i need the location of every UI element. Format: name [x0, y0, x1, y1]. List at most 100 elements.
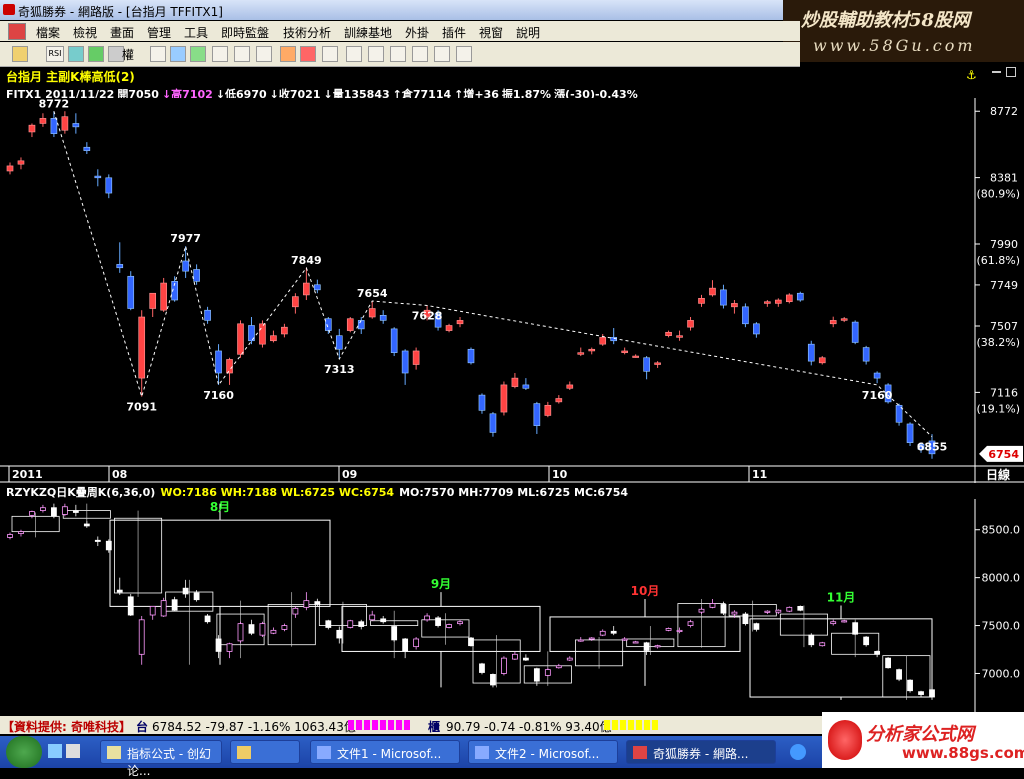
candle-body — [698, 298, 705, 304]
minimize-icon[interactable] — [992, 71, 1001, 73]
candle-body — [818, 357, 826, 364]
maximize-icon[interactable] — [1006, 67, 1016, 77]
marker-icon[interactable] — [300, 46, 316, 62]
price-tick-label: 7116 — [990, 386, 1018, 399]
quicklaunch-icon[interactable] — [66, 744, 80, 758]
help-tray-icon[interactable] — [790, 744, 806, 760]
anchor-icon[interactable]: ⚓ — [966, 68, 977, 82]
app-menu-icon[interactable] — [8, 23, 26, 40]
daily-candle-body — [160, 600, 167, 617]
daily-candle-body — [654, 645, 661, 648]
daily-candle-body — [413, 638, 420, 648]
daily-candle-body — [61, 506, 68, 515]
weekly-info-line: RZYKZQ日K疊周K(6,36,0) WO:7186 WH:7188 WL:67… — [6, 484, 633, 500]
candle-body — [83, 146, 91, 151]
swing-point-label: 7849 — [291, 254, 322, 267]
menu-training[interactable]: 訓練基地 — [344, 24, 392, 41]
cascade-icon[interactable] — [456, 46, 472, 62]
task-app[interactable]: 奇狐勝券 - 網路... — [626, 740, 776, 764]
fib-ratio-label: (80.9%) — [976, 188, 1020, 201]
add-icon[interactable] — [88, 46, 104, 62]
menu-view[interactable]: 檢視 — [73, 24, 97, 41]
grid-icon[interactable] — [234, 46, 250, 62]
last-price-value: 6754 — [988, 448, 1019, 461]
candle-body — [237, 323, 244, 355]
glasses-icon[interactable] — [170, 46, 186, 62]
candle-body — [720, 289, 727, 306]
daily-candle-body — [522, 657, 529, 661]
menu-help[interactable]: 說明 — [516, 24, 540, 41]
daily-candle-body — [643, 642, 650, 651]
swing-point-label: 7628 — [412, 309, 443, 322]
task-formula[interactable]: 指标公式 - 创幻论... — [100, 740, 222, 778]
candle-body — [259, 323, 266, 345]
daily-candle-body — [797, 605, 804, 611]
candle-body — [511, 377, 519, 387]
daily-candle-body — [182, 587, 189, 595]
menu-tools[interactable]: 工具 — [184, 24, 208, 41]
rights-button[interactable]: 權 — [122, 46, 144, 62]
chart-icon[interactable] — [150, 46, 166, 62]
stats-icon[interactable] — [322, 46, 338, 62]
layout-icon[interactable] — [346, 46, 362, 62]
daily-candle-body — [292, 607, 299, 615]
draw-icon[interactable] — [212, 46, 228, 62]
daily-candle-body — [808, 634, 815, 646]
twse-label: 台 — [136, 720, 149, 734]
daily-candle-body — [347, 620, 354, 628]
daily-candle-body — [775, 609, 782, 613]
daily-candle-body — [402, 638, 409, 652]
magnify-icon[interactable] — [256, 46, 272, 62]
task-label: 奇狐勝券 - 網路... — [653, 747, 749, 761]
window-icon[interactable] — [412, 46, 428, 62]
alert-icon[interactable] — [280, 46, 296, 62]
logo-mark-icon — [828, 720, 862, 760]
candle-body — [764, 301, 771, 304]
daily-candle-body — [610, 630, 617, 634]
list-icon[interactable] — [368, 46, 384, 62]
task-word1[interactable]: 文件1 - Microsof... — [310, 740, 460, 764]
daily-candle-body — [676, 629, 683, 632]
daily-candle-body — [226, 643, 233, 652]
candle-body — [61, 116, 69, 131]
logo-line1: 分析家公式网 — [866, 724, 974, 745]
weekly-info-field: MO:7570 MH:7709 ML:6725 MC:6754 — [399, 486, 629, 499]
twse-bar — [348, 720, 410, 730]
daily-candle-body — [116, 589, 123, 593]
date-tick-label: 09 — [342, 468, 357, 481]
start-button[interactable] — [6, 736, 42, 768]
menu-live-monitor[interactable]: 即時監盤 — [221, 24, 269, 41]
daily-candle-body — [358, 621, 365, 627]
task-word2[interactable]: 文件2 - Microsof... — [468, 740, 618, 764]
menu-file[interactable]: 檔案 — [36, 24, 60, 41]
menu-screen[interactable]: 畫面 — [110, 24, 134, 41]
menu-manage[interactable]: 管理 — [147, 24, 171, 41]
task-icon — [107, 746, 121, 759]
candle-body — [731, 303, 738, 308]
tile-icon[interactable] — [434, 46, 450, 62]
daily-candle-body — [314, 601, 321, 605]
swing-point-label: 7977 — [170, 232, 201, 245]
menu-plugin-external[interactable]: 外掛 — [405, 24, 429, 41]
candle-body — [676, 335, 683, 338]
table-icon[interactable] — [390, 46, 406, 62]
menu-technical-analysis[interactable]: 技術分析 — [283, 24, 331, 41]
candle-body — [807, 343, 815, 362]
menu-plugins[interactable]: 插件 — [442, 24, 466, 41]
menu-window[interactable]: 視窗 — [479, 24, 503, 41]
swing-point-label: 7313 — [324, 363, 355, 376]
fib-ratio-label: (38.2%) — [976, 336, 1020, 349]
rsi-button[interactable]: RSI — [46, 46, 64, 62]
quicklaunch-icon[interactable] — [48, 744, 62, 758]
open-icon[interactable] — [12, 46, 28, 62]
sheet-icon[interactable] — [190, 46, 206, 62]
price-tick-label: 7990 — [990, 238, 1018, 251]
daily-candle-body — [149, 605, 156, 616]
task-folder[interactable] — [230, 740, 300, 764]
candle-body — [775, 299, 782, 304]
candle-body — [643, 357, 650, 372]
upper-chart-header: 台指月 主副K棒高低(2) ⚓ FITX1 2011/11/22 開7050 ↓高7… — [0, 66, 1024, 102]
daily-candle-body — [588, 637, 595, 640]
indicator-icon[interactable] — [68, 46, 84, 62]
word-icon — [475, 746, 489, 759]
